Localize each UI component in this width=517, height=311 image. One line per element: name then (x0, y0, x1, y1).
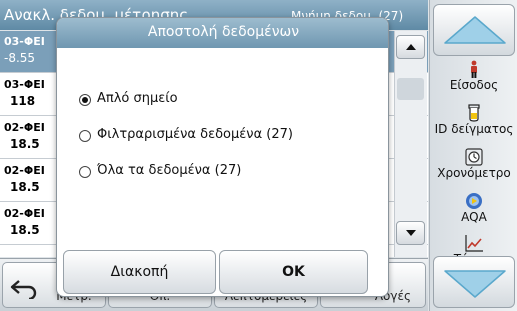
chevron-up-icon (444, 16, 506, 44)
sidebar-item-label: Χρονόμετρο (437, 166, 511, 180)
row-value: 118 (10, 94, 36, 108)
aqa-icon (466, 193, 482, 209)
nav-down-button[interactable] (433, 256, 515, 308)
row-id: 03-ΦΕΙ (4, 78, 45, 91)
cancel-label: Διακοπή (110, 264, 169, 280)
sidebar-item-sample-id[interactable]: ID δείγματος (430, 104, 517, 142)
scrollbar-thumb[interactable] (397, 78, 424, 100)
option-label: Φιλτραρισμένα δεδομένα (27) (97, 127, 293, 142)
sidebar-item-label: Είσοδος (449, 78, 499, 92)
ok-label: OK (282, 264, 305, 280)
trend-chart-icon (465, 235, 483, 252)
option-label: Όλα τα δεδομένα (27) (97, 163, 242, 178)
radio-button[interactable] (79, 166, 91, 178)
radio-button[interactable] (79, 94, 91, 106)
sidebar-item-label: AQA (461, 210, 487, 224)
sidebar-item-aqa[interactable]: AQA (430, 192, 517, 230)
row-value: 18.5 (10, 137, 40, 151)
sidebar-item-timer[interactable]: Χρονόμετρο (430, 148, 517, 186)
timer-icon (465, 148, 483, 166)
scroll-up-button[interactable] (396, 35, 425, 59)
person-icon (471, 60, 477, 78)
option-label: Απλό σημείο (97, 91, 178, 106)
arrow-down-icon (406, 230, 416, 236)
sidebar: Είσοδος ID δείγματος Χρονόμετρο AQA (429, 0, 517, 311)
radio-button[interactable] (79, 130, 91, 142)
scroll-down-button[interactable] (396, 221, 425, 245)
row-value: 18.5 (10, 180, 40, 194)
chevron-down-icon (444, 270, 506, 298)
row-value: 18.5 (10, 223, 40, 237)
screen: Ανακλ. δεδομ. μέτρησης Μνήμη δεδομ. (27)… (0, 0, 517, 311)
sidebar-item-login[interactable]: Είσοδος (430, 60, 517, 98)
sidebar-item-label: ID δείγματος (434, 122, 514, 136)
row-value: -8.55 (4, 51, 36, 65)
row-id: 03-ΦΕΙ (4, 35, 45, 48)
nav-up-button[interactable] (433, 4, 515, 56)
row-id: 02-ΦΕΙ (4, 164, 45, 177)
row-id: 02-ΦΕΙ (4, 207, 45, 220)
dialog-title: Αποστολή δεδομένων (147, 24, 300, 40)
arrow-up-icon (406, 44, 416, 50)
cancel-button[interactable]: Διακοπή (63, 250, 216, 294)
send-data-dialog: Αποστολή δεδομένων Απλό σημείο Φιλτραρισ… (56, 17, 389, 297)
row-id: 02-ΦΕΙ (4, 121, 45, 134)
ok-button[interactable]: OK (219, 250, 368, 294)
dialog-header: Αποστολή δεδομένων (57, 18, 388, 48)
sample-vial-icon (468, 104, 480, 122)
